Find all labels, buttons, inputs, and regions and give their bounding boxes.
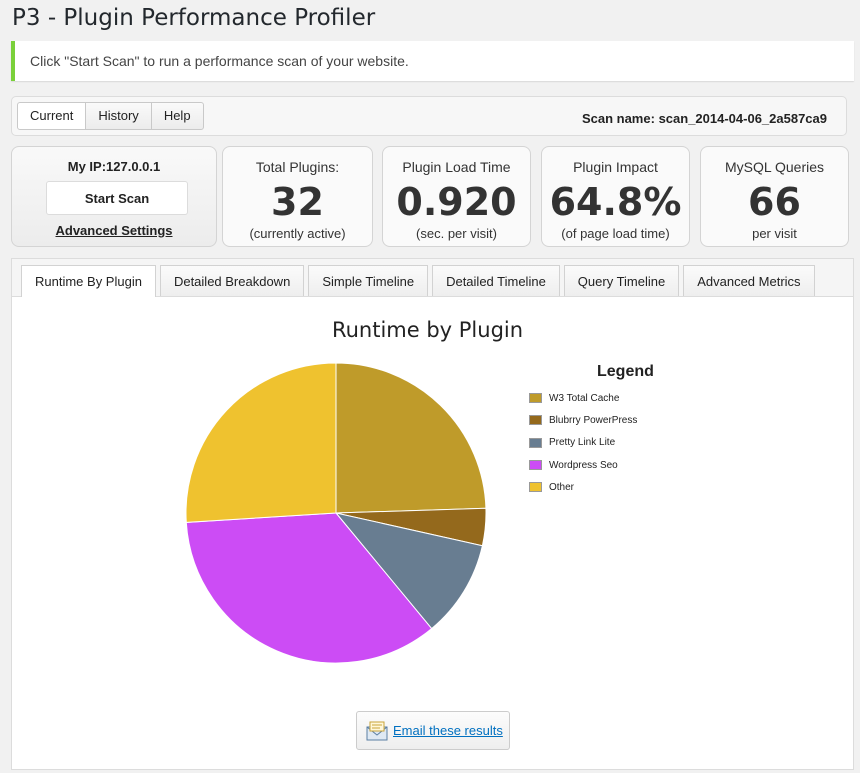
legend-item: Pretty Link Lite (529, 432, 637, 454)
stat-sub: (of page load time) (561, 226, 670, 241)
scan-name-value: scan_2014-04-06_2a587ca9 (658, 111, 827, 126)
stat-label: Plugin Impact (573, 159, 658, 175)
stat-mysql-queries: MySQL Queries 66 per visit (700, 146, 849, 247)
chart-legend: W3 Total Cache Blubrry PowerPress Pretty L… (529, 387, 637, 498)
advanced-settings-link[interactable]: Advanced Settings (12, 223, 216, 238)
ip-box: My IP:127.0.0.1 Start Scan Advanced Sett… (11, 146, 217, 247)
stat-value: 64.8% (549, 180, 682, 224)
pie-slice-w3-total-cache (335, 362, 487, 514)
legend-swatch (529, 482, 542, 493)
stat-total-plugins: Total Plugins: 32 (currently active) (222, 146, 373, 247)
stat-plugin-impact: Plugin Impact 64.8% (of page load time) (541, 146, 690, 247)
stat-value: 66 (748, 180, 801, 224)
legend-swatch (529, 460, 542, 471)
legend-item: Blubrry PowerPress (529, 409, 637, 431)
results-panel: Runtime By Plugin Detailed Breakdown Sim… (11, 258, 854, 770)
legend-label: Pretty Link Lite (549, 437, 616, 449)
stat-label: Total Plugins: (255, 159, 340, 175)
email-results-button[interactable]: Email these results (356, 711, 510, 750)
scan-name-label: Scan name: (581, 111, 655, 126)
view-tabs: Current History Help (17, 102, 204, 130)
notice-banner: Click "Start Scan" to run a performance … (11, 41, 854, 81)
tab-help[interactable]: Help (150, 102, 204, 130)
stat-label: MySQL Queries (724, 159, 825, 175)
legend-swatch (529, 393, 542, 404)
envelope-icon (366, 721, 388, 741)
legend-title: Legend (597, 363, 654, 380)
my-ip-label: My IP:127.0.0.1 (67, 159, 161, 174)
legend-label: Blubrry PowerPress (549, 414, 638, 426)
legend-swatch (529, 437, 542, 448)
legend-item: Wordpress Seo (529, 454, 637, 476)
legend-item: W3 Total Cache (529, 387, 637, 409)
profiler-toolbar: Current History Help Scan name: scan_201… (11, 96, 847, 136)
email-results-label: Email these results (393, 723, 503, 738)
stat-label: Plugin Load Time (402, 159, 511, 175)
stat-sub: (currently active) (249, 226, 346, 241)
stat-plugin-load-time: Plugin Load Time 0.920 (sec. per visit) (382, 146, 531, 247)
start-scan-button[interactable]: Start Scan (46, 181, 188, 215)
legend-label: Other (549, 481, 575, 493)
legend-item: Other (529, 476, 637, 498)
tab-current[interactable]: Current (17, 102, 87, 130)
tab-history[interactable]: History (85, 102, 152, 130)
runtime-pie-chart (185, 362, 487, 664)
legend-swatch (529, 415, 542, 426)
stat-value: 0.920 (396, 180, 517, 224)
notice-text: Click "Start Scan" to run a performance … (30, 53, 409, 69)
stat-sub: per visit (752, 226, 797, 241)
stat-sub: (sec. per visit) (416, 226, 497, 241)
legend-label: Wordpress Seo (549, 459, 618, 471)
scan-name: Scan name: scan_2014-04-06_2a587ca9 (582, 111, 827, 126)
legend-label: W3 Total Cache (549, 392, 620, 404)
stat-value: 32 (271, 180, 324, 224)
page-title: P3 - Plugin Performance Profiler (12, 5, 376, 31)
pie-slice-other (185, 362, 337, 523)
